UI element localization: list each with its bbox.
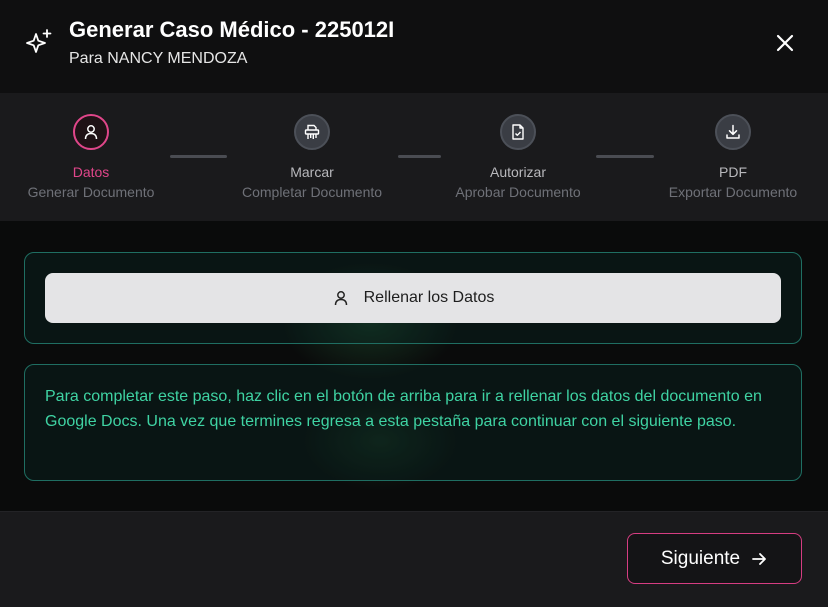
step-connector [170, 155, 227, 158]
user-icon [334, 291, 347, 306]
dialog-body: Rellenar los Datos Para completar este p… [0, 221, 828, 511]
step-autorizar[interactable] [500, 114, 536, 150]
generate-case-dialog: Generar Caso Médico - 225012I Para NANCY… [0, 0, 828, 607]
step-sublabel: Generar Documento [27, 184, 155, 200]
sparkles-icon [26, 29, 52, 53]
step-label: Marcar [290, 164, 334, 180]
action-card: Rellenar los Datos [24, 252, 802, 344]
step-label: Autorizar [489, 164, 547, 180]
step-sublabel: Completar Documento [241, 184, 383, 200]
download-icon [726, 124, 740, 139]
user-icon [84, 125, 98, 140]
fill-data-label: Rellenar los Datos [363, 289, 495, 306]
close-icon[interactable] [772, 30, 798, 56]
dialog-subtitle: Para NANCY MENDOZA [69, 50, 248, 67]
stepper: Datos Generar Documento Marcar Completar… [0, 93, 828, 221]
step-marcar[interactable] [294, 114, 330, 150]
dialog-footer: Siguiente [0, 511, 828, 607]
step-datos[interactable] [73, 114, 109, 150]
next-button[interactable]: Siguiente [627, 533, 802, 584]
step-label: PDF [719, 164, 747, 180]
shredder-icon [304, 124, 320, 139]
info-text: Para completar este paso, haz clic en el… [45, 388, 762, 430]
arrow-right-icon [752, 552, 767, 565]
info-card: Para completar este paso, haz clic en el… [24, 364, 802, 481]
file-check-icon [512, 124, 524, 140]
dialog-header: Generar Caso Médico - 225012I Para NANCY… [0, 0, 828, 93]
fill-data-button[interactable]: Rellenar los Datos [45, 273, 781, 323]
step-connector [596, 155, 654, 158]
step-sublabel: Aprobar Documento [455, 184, 581, 200]
step-connector [398, 155, 441, 158]
dialog-title: Generar Caso Médico - 225012I [69, 17, 395, 42]
step-label: Datos [72, 164, 110, 180]
step-pdf[interactable] [715, 114, 751, 150]
step-sublabel: Exportar Documento [668, 184, 798, 200]
next-label: Siguiente [660, 547, 741, 569]
